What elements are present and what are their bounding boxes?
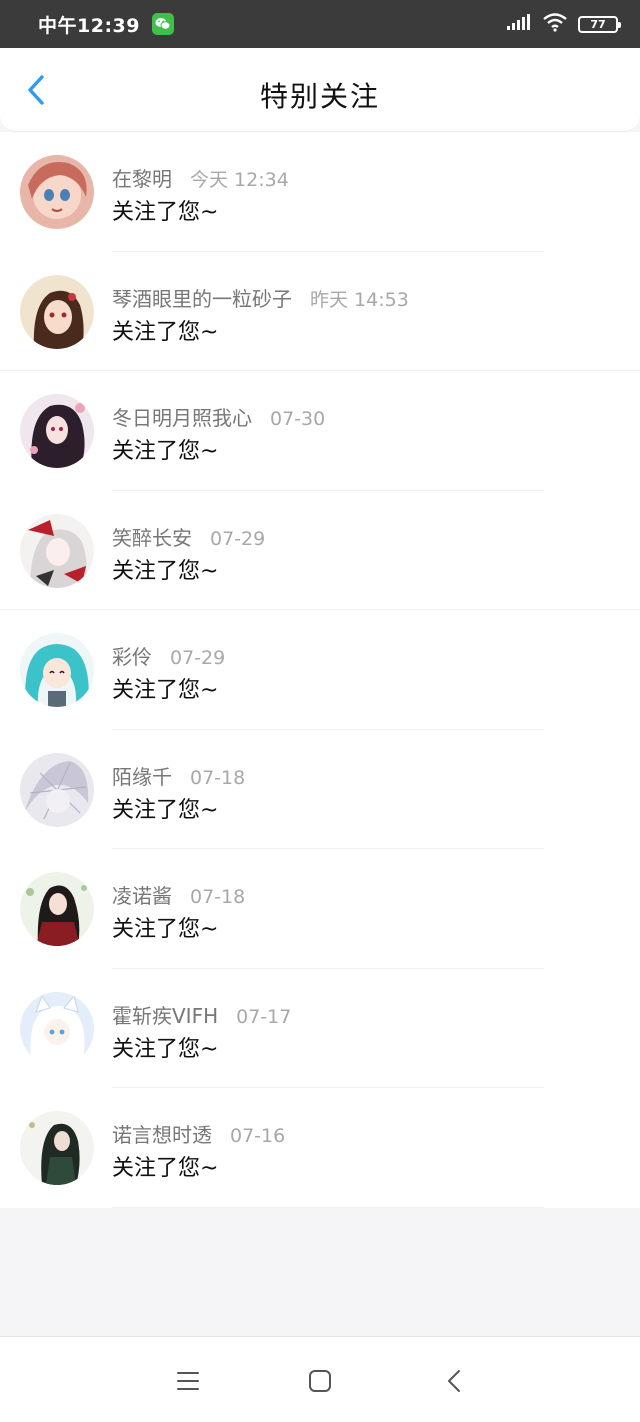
message-text: 关注了您~ bbox=[112, 917, 219, 942]
user-name[interactable]: 彩伶 bbox=[112, 641, 152, 670]
user-line: 琴酒眼里的一粒砂子 昨天 14:53 bbox=[112, 283, 409, 312]
header: 特别关注 bbox=[0, 48, 640, 132]
user-name[interactable]: 冬日明月照我心 bbox=[112, 402, 252, 431]
timestamp: 07-29 bbox=[210, 527, 266, 550]
timestamp: 昨天 14:53 bbox=[310, 288, 409, 311]
message-text: 关注了您~ bbox=[112, 1036, 219, 1062]
timestamp: 07-18 bbox=[190, 766, 246, 789]
message-text: 关注了您~ bbox=[112, 439, 219, 464]
message-text: 关注了您~ bbox=[112, 678, 219, 703]
status-time: 中午12:39 bbox=[38, 14, 140, 37]
wifi-icon bbox=[542, 12, 568, 36]
user-line: 凌诺酱 07-18 bbox=[112, 880, 245, 909]
avatar bbox=[20, 274, 94, 349]
user-line: 诺言想时透 07-16 bbox=[112, 1119, 285, 1148]
avatar bbox=[20, 633, 94, 707]
message-text: 关注了您~ bbox=[112, 319, 219, 345]
user-line: 笑醉长安 07-29 bbox=[112, 522, 265, 551]
user-name[interactable]: 在黎明 bbox=[112, 163, 172, 192]
list-item[interactable]: 彩伶 07-29 关注了您~ bbox=[0, 610, 640, 730]
avatar bbox=[20, 752, 94, 827]
timestamp: 07-16 bbox=[230, 1125, 286, 1147]
page-title: 特别关注 bbox=[259, 80, 380, 113]
user-line: 霍斩疾VIFH 07-17 bbox=[112, 1000, 291, 1029]
list-item[interactable]: 陌缘千 07-18 关注了您~ bbox=[0, 730, 640, 849]
message-text: 关注了您~ bbox=[112, 558, 219, 584]
message-text: 关注了您~ bbox=[112, 797, 219, 823]
timestamp: 07-29 bbox=[170, 647, 226, 669]
list-item[interactable]: 琴酒眼里的一粒砂子 昨天 14:53 关注了您~ bbox=[0, 252, 640, 371]
timestamp: 今天 12:34 bbox=[190, 169, 289, 191]
user-name[interactable]: 诺言想时透 bbox=[112, 1119, 212, 1148]
timestamp: 07-30 bbox=[270, 408, 326, 430]
avatar bbox=[20, 872, 94, 946]
system-nav-bar bbox=[0, 1336, 640, 1422]
signal-icon bbox=[506, 13, 532, 35]
timestamp: 07-17 bbox=[236, 1005, 292, 1028]
back-chevron-icon bbox=[448, 1370, 460, 1392]
avatar bbox=[20, 394, 94, 468]
follow-notification-list: 在黎明 今天 12:34 关注了您~ 琴酒眼里的一粒砂子 昨天 14:53 关注… bbox=[0, 132, 640, 1208]
user-line: 彩伶 07-29 bbox=[112, 641, 225, 670]
user-name[interactable]: 霍斩疾VIFH bbox=[112, 1000, 218, 1029]
list-item[interactable]: 霍斩疾VIFH 07-17 关注了您~ bbox=[0, 969, 640, 1088]
user-line: 在黎明 今天 12:34 bbox=[112, 163, 289, 192]
user-name[interactable]: 笑醉长安 bbox=[112, 522, 192, 551]
home-button[interactable] bbox=[304, 1365, 336, 1397]
avatar bbox=[20, 513, 94, 588]
avatar bbox=[20, 1111, 94, 1185]
user-line: 陌缘千 07-18 bbox=[112, 761, 245, 790]
list-item[interactable]: 冬日明月照我心 07-30 关注了您~ bbox=[0, 371, 640, 491]
user-name[interactable]: 琴酒眼里的一粒砂子 bbox=[112, 283, 292, 312]
status-bar: 中午12:39 77 bbox=[0, 0, 640, 48]
avatar bbox=[20, 155, 94, 229]
divider bbox=[112, 1206, 544, 1208]
screen: 中午12:39 77 特别关注 在黎明 今天 12:34 关注了您~ 琴酒眼里的… bbox=[0, 0, 640, 1422]
user-name[interactable]: 凌诺酱 bbox=[112, 880, 172, 909]
user-line: 冬日明月照我心 07-30 bbox=[112, 402, 325, 431]
message-text: 关注了您~ bbox=[112, 1156, 219, 1181]
menu-icon bbox=[177, 1372, 199, 1390]
avatar bbox=[20, 991, 94, 1066]
battery-icon: 77 bbox=[578, 15, 621, 33]
wechat-notification-icon bbox=[151, 13, 174, 35]
message-text: 关注了您~ bbox=[112, 200, 219, 225]
user-name[interactable]: 陌缘千 bbox=[112, 761, 172, 790]
list-item[interactable]: 笑醉长安 07-29 关注了您~ bbox=[0, 491, 640, 610]
timestamp: 07-18 bbox=[190, 886, 246, 908]
system-back-button[interactable] bbox=[438, 1365, 470, 1397]
menu-button[interactable] bbox=[172, 1365, 204, 1397]
list-item[interactable]: 凌诺酱 07-18 关注了您~ bbox=[0, 849, 640, 969]
list-item[interactable]: 诺言想时透 07-16 关注了您~ bbox=[0, 1088, 640, 1208]
home-square-icon bbox=[309, 1370, 331, 1392]
list-item[interactable]: 在黎明 今天 12:34 关注了您~ bbox=[0, 132, 640, 252]
status-indicators: 77 bbox=[506, 12, 621, 36]
